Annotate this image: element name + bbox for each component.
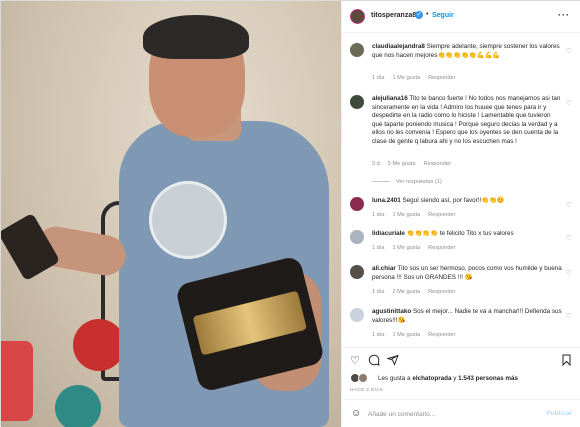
smiley-face-icon[interactable]: ☺ bbox=[351, 408, 361, 419]
comment-meta: 1 día 1 Me gusta Responder bbox=[372, 332, 464, 338]
reply-button[interactable]: Responder bbox=[428, 289, 455, 295]
commenter-username[interactable]: lidiacuriale bbox=[372, 230, 405, 237]
likes-summary: Les gusta a elchatoprada y 1.543 persona… bbox=[350, 373, 575, 385]
commenter-username[interactable]: luna.2401 bbox=[372, 197, 401, 204]
comment-likes[interactable]: 2 Me gusta bbox=[392, 289, 420, 295]
like-comment-icon[interactable]: ♡ bbox=[566, 234, 572, 242]
comment-body: 👏👏👏👏 te felicito Tito x tus valores bbox=[406, 230, 514, 237]
view-replies-button[interactable]: Ver respuestas (1) bbox=[372, 179, 442, 185]
photo-medicine-ball bbox=[55, 385, 101, 427]
comment-time: 5 d bbox=[372, 161, 380, 167]
add-comment-bar: ☺ Publicar bbox=[342, 399, 580, 427]
reply-button[interactable]: Responder bbox=[428, 75, 455, 81]
comment-time: 1 día bbox=[372, 332, 385, 338]
like-comment-icon[interactable]: ♡ bbox=[566, 47, 572, 55]
photo-medicine-ball bbox=[1, 341, 33, 421]
like-comment-icon[interactable]: ♡ bbox=[566, 269, 572, 277]
likes-text: Les gusta a elchatoprada y 1.543 persona… bbox=[378, 375, 518, 382]
photo-protein-jar-label bbox=[192, 290, 307, 356]
commenter-avatar[interactable] bbox=[350, 95, 364, 109]
comment-likes[interactable]: 1 Me gusta bbox=[392, 332, 420, 338]
comment-meta: 1 día 1 Me gusta Responder bbox=[372, 245, 464, 251]
photo-hair bbox=[143, 15, 249, 59]
bookmark-icon[interactable] bbox=[561, 354, 572, 369]
publish-button[interactable]: Publicar bbox=[546, 410, 572, 417]
comment-time: 1 día bbox=[372, 75, 385, 81]
comment-body: Tito te banco fuerte ! No todos nos mane… bbox=[372, 95, 561, 145]
commenter-avatar[interactable] bbox=[350, 230, 364, 244]
reply-button[interactable]: Responder bbox=[428, 212, 455, 218]
reply-button[interactable]: Responder bbox=[423, 161, 450, 167]
comment-meta: 1 día 2 Me gusta Responder bbox=[372, 289, 464, 295]
commenter-avatar[interactable] bbox=[350, 265, 364, 279]
comment-meta: 1 día 1 Me gusta Responder bbox=[372, 75, 464, 81]
more-options-icon[interactable]: ··· bbox=[558, 10, 570, 20]
post-header: titosperanza8 ✓ • Seguir ··· bbox=[342, 1, 580, 33]
view-replies-label: Ver respuestas (1) bbox=[396, 179, 442, 185]
like-heart-icon[interactable]: ♡ bbox=[350, 354, 360, 367]
commenter-username[interactable]: ali.chiar bbox=[372, 265, 396, 272]
comment-likes[interactable]: 1 Me gusta bbox=[392, 75, 420, 81]
comment-text: claudiaalejandra8 Siempre adelante, siem… bbox=[372, 43, 562, 60]
commenter-avatar[interactable] bbox=[350, 197, 364, 211]
likes-count[interactable]: 1.543 personas más bbox=[458, 375, 518, 382]
comment-text: luna.2401 Seguí siendo así, por favor!!👏… bbox=[372, 197, 562, 206]
comment-likes[interactable]: 5 Me gusta bbox=[388, 161, 416, 167]
commenter-username[interactable]: claudiaalejandra8 bbox=[372, 43, 425, 50]
commenter-avatar[interactable] bbox=[350, 308, 364, 322]
liker-avatar bbox=[358, 373, 368, 383]
comment-time: 1 día bbox=[372, 212, 385, 218]
comment-likes[interactable]: 1 Me gusta bbox=[392, 245, 420, 251]
comment-text: agustinittako Sos el mejor... Nadie te v… bbox=[372, 308, 562, 325]
comment-bubble-icon[interactable] bbox=[368, 354, 380, 369]
photo-shirt-logo bbox=[149, 181, 227, 259]
post-timestamp[interactable]: HACE 3 DÍAS bbox=[350, 388, 383, 393]
follow-button[interactable]: Seguir bbox=[432, 12, 454, 19]
commenter-username[interactable]: agustinittako bbox=[372, 308, 411, 315]
share-plane-icon[interactable] bbox=[386, 354, 399, 369]
comment-text: alejuliana16 Tito te banco fuerte ! No t… bbox=[372, 95, 562, 147]
photo-medicine-ball bbox=[73, 319, 125, 371]
commenter-username[interactable]: alejuliana16 bbox=[372, 95, 408, 102]
comment-meta: 5 d 5 Me gusta Responder bbox=[372, 161, 459, 167]
post-actions-bar: ♡ bbox=[342, 347, 580, 369]
verified-badge-icon: ✓ bbox=[415, 11, 423, 19]
reply-button[interactable]: Responder bbox=[428, 245, 455, 251]
like-comment-icon[interactable]: ♡ bbox=[566, 99, 572, 107]
comment-body: Seguí siendo así, por favor!!👏👏😊 bbox=[402, 197, 505, 204]
like-comment-icon[interactable]: ♡ bbox=[566, 312, 572, 320]
replies-line bbox=[372, 181, 390, 183]
post-photo[interactable] bbox=[1, 1, 341, 427]
comment-time: 1 día bbox=[372, 245, 385, 251]
commenter-avatar[interactable] bbox=[350, 43, 364, 57]
comment-meta: 1 día 1 Me gusta Responder bbox=[372, 212, 464, 218]
post-side-panel: titosperanza8 ✓ • Seguir ··· claudiaalej… bbox=[341, 1, 580, 427]
post-modal: titosperanza8 ✓ • Seguir ··· claudiaalej… bbox=[0, 0, 580, 427]
separator-dot: • bbox=[426, 11, 429, 18]
comment-body: Tito sos un ser hermoso, pocos como vos … bbox=[372, 265, 562, 281]
author-avatar[interactable] bbox=[350, 9, 365, 24]
comment-text: ali.chiar Tito sos un ser hermoso, pocos… bbox=[372, 265, 562, 282]
likes-prefix: Les gusta a bbox=[378, 375, 413, 382]
author-username[interactable]: titosperanza8 bbox=[371, 12, 416, 19]
liker-username[interactable]: elchatoprada bbox=[412, 375, 451, 382]
comment-time: 1 día bbox=[372, 289, 385, 295]
reply-button[interactable]: Responder bbox=[428, 332, 455, 338]
comment-likes[interactable]: 1 Me gusta bbox=[392, 212, 420, 218]
comment-text: lidiacuriale 👏👏👏👏 te felicito Tito x tus… bbox=[372, 230, 562, 239]
like-comment-icon[interactable]: ♡ bbox=[566, 201, 572, 209]
comment-input[interactable] bbox=[368, 408, 538, 420]
